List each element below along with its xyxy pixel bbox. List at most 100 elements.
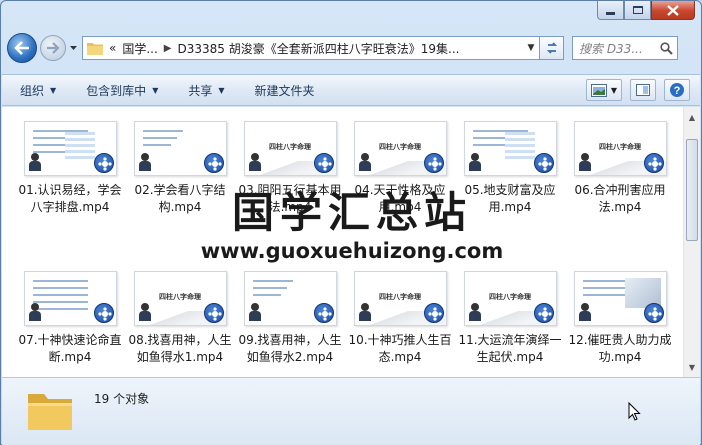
caption-buttons xyxy=(597,1,695,20)
presenter-figure xyxy=(138,303,151,321)
folder-icon xyxy=(87,43,103,55)
presenter-figure xyxy=(358,153,371,171)
watermark-title: 国学汇总站 xyxy=(231,188,472,237)
include-in-library-label: 包含到库中 xyxy=(86,83,147,98)
thumbnail-line xyxy=(32,308,88,310)
video-thumbnail: 四柱八字命理 xyxy=(573,121,667,176)
video-thumbnail: 四柱八字命理 xyxy=(243,121,337,176)
presenter-figure xyxy=(28,153,41,171)
presenter-figure xyxy=(578,153,591,171)
thumbnail-title: 四柱八字命理 xyxy=(269,143,311,151)
thumbnail-line xyxy=(32,294,88,296)
file-item[interactable]: 四柱八字命理 10.十神巧推人生百态.mp4 xyxy=(345,271,455,377)
thumbnail-line xyxy=(142,144,171,146)
organize-label: 组织 xyxy=(20,83,45,98)
file-name: 10.十神巧推人生百态.mp4 xyxy=(348,333,452,364)
minimize-button[interactable] xyxy=(597,1,624,20)
thumbnail-table xyxy=(504,132,535,162)
close-icon xyxy=(667,4,679,16)
crumb-overflow-icon[interactable]: « xyxy=(109,41,116,55)
new-folder-button[interactable]: 新建文件夹 xyxy=(255,82,315,99)
presenter-figure xyxy=(138,153,151,171)
file-name: 07.十神快速论命直断.mp4 xyxy=(18,333,122,364)
thumbnail-line xyxy=(252,280,293,282)
presenter-figure xyxy=(468,153,481,171)
thumbnail-line xyxy=(252,287,287,289)
media-player-icon xyxy=(423,303,444,323)
chevron-down-icon: ▼ xyxy=(218,85,225,95)
scroll-up-icon[interactable]: ▲ xyxy=(684,109,700,125)
folder-icon xyxy=(28,394,72,430)
scroll-down-icon[interactable]: ▼ xyxy=(684,359,700,375)
file-item[interactable]: 09.找喜用神，人生如鱼得水2.mp4 xyxy=(235,271,345,377)
forward-arrow-icon xyxy=(47,42,60,54)
close-button[interactable] xyxy=(651,1,695,20)
maximize-button[interactable] xyxy=(624,1,651,20)
media-player-icon xyxy=(93,153,114,173)
maximize-icon xyxy=(632,6,643,14)
video-thumbnail: 四柱八字命理 xyxy=(353,121,447,176)
svg-text:?: ? xyxy=(674,85,681,97)
address-dropdown-button[interactable]: ▼ xyxy=(523,43,539,53)
search-input[interactable]: 搜索 D33... xyxy=(572,36,678,60)
video-thumbnail xyxy=(243,271,337,326)
back-button[interactable] xyxy=(7,33,37,63)
file-name: 08.找喜用神，人生如鱼得水1.mp4 xyxy=(128,333,232,364)
file-name: 12.催旺贵人助力成功.mp4 xyxy=(568,333,672,364)
breadcrumb-separator-icon[interactable]: ▶ xyxy=(164,43,172,54)
media-player-icon xyxy=(533,303,554,323)
media-player-icon xyxy=(643,303,664,323)
include-in-library-menu[interactable]: 包含到库中 ▼ xyxy=(86,82,158,99)
presenter-figure xyxy=(578,303,591,321)
breadcrumb-current[interactable]: D33385 胡浚豪《全套新派四柱八字旺衰法》19集... xyxy=(178,40,524,57)
help-icon: ? xyxy=(670,83,684,97)
item-count: 19 个对象 xyxy=(94,392,150,406)
thumbnail-title: 四柱八字命理 xyxy=(159,293,201,301)
explorer-window: « 国学... ▶ D33385 胡浚豪《全套新派四柱八字旺衰法》19集... … xyxy=(0,0,702,445)
thumbnail-title: 四柱八字命理 xyxy=(489,293,531,301)
refresh-button[interactable] xyxy=(540,36,564,60)
thumbnail-line xyxy=(32,280,88,282)
share-menu[interactable]: 共享 ▼ xyxy=(188,82,224,99)
chevron-down-icon: ▼ xyxy=(152,85,159,95)
file-item[interactable]: 四柱八字命理 11.大运流年演绎一生起伏.mp4 xyxy=(455,271,565,377)
command-bar: 组织 ▼ 包含到库中 ▼ 共享 ▼ 新建文件夹 ▼ ? xyxy=(2,74,700,106)
search-icon xyxy=(660,41,673,55)
watermark-url: www.guoxuehuizong.com xyxy=(200,239,504,263)
thumbnail-title: 四柱八字命理 xyxy=(599,143,641,151)
video-thumbnail: 四柱八字命理 xyxy=(463,271,557,326)
details-pane: 19 个对象 xyxy=(2,377,700,445)
change-view-button[interactable]: ▼ xyxy=(586,79,622,101)
presenter-figure xyxy=(28,303,41,321)
preview-pane-button[interactable] xyxy=(630,79,656,101)
share-label: 共享 xyxy=(188,83,213,98)
media-player-icon xyxy=(643,153,664,173)
address-bar[interactable]: « 国学... ▶ D33385 胡浚豪《全套新派四柱八字旺衰法》19集... … xyxy=(82,36,540,60)
mouse-cursor-icon xyxy=(628,402,641,421)
navigation-bar: « 国学... ▶ D33385 胡浚豪《全套新派四柱八字旺衰法》19集... … xyxy=(7,31,695,65)
new-folder-label: 新建文件夹 xyxy=(254,83,315,98)
media-player-icon xyxy=(313,153,334,173)
file-item[interactable]: 07.十神快速论命直断.mp4 xyxy=(15,271,125,377)
toolbar-right: ▼ ? xyxy=(578,79,690,101)
media-player-icon xyxy=(533,153,554,173)
video-thumbnail: 四柱八字命理 xyxy=(353,271,447,326)
help-button[interactable]: ? xyxy=(664,79,690,101)
file-name: 11.大运流年演绎一生起伏.mp4 xyxy=(458,333,562,364)
presenter-figure xyxy=(468,303,481,321)
chevron-down-icon xyxy=(69,46,77,50)
video-thumbnail xyxy=(23,121,117,176)
file-item[interactable]: 四柱八字命理 08.找喜用神，人生如鱼得水1.mp4 xyxy=(125,271,235,377)
organize-menu[interactable]: 组织 ▼ xyxy=(20,82,56,99)
forward-button[interactable] xyxy=(40,35,66,61)
file-item[interactable]: 12.催旺贵人助力成功.mp4 xyxy=(565,271,675,377)
breadcrumb-root[interactable]: 国学... xyxy=(122,40,157,57)
preview-pane-icon xyxy=(636,84,650,96)
media-player-icon xyxy=(203,303,224,323)
presenter-figure xyxy=(248,303,261,321)
search-placeholder: 搜索 D33... xyxy=(579,41,643,56)
chevron-down-icon: ▼ xyxy=(50,85,57,95)
recent-pages-dropdown[interactable] xyxy=(68,36,78,60)
thumbnail-line xyxy=(32,287,88,289)
thumbnail-table xyxy=(64,132,95,162)
